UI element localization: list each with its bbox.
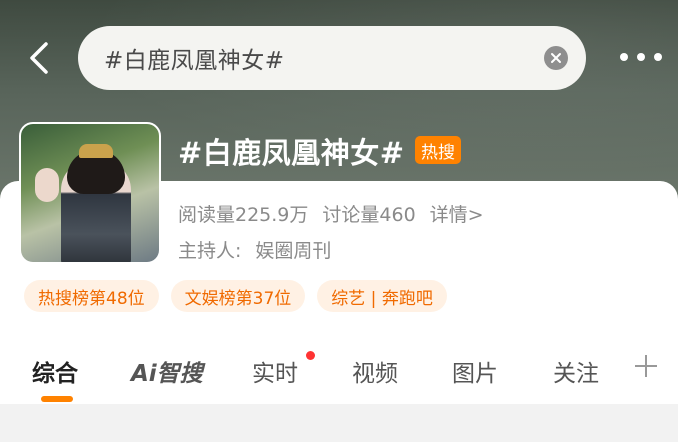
tab-images[interactable]: 图片	[452, 354, 498, 388]
add-tab-button[interactable]	[632, 352, 660, 380]
search-input-text[interactable]: #白鹿凤凰神女#	[104, 41, 285, 75]
tab-bar: 综合 Ai智搜 实时 视频 图片 关注	[0, 346, 678, 402]
read-count: 阅读量225.9万	[178, 204, 309, 226]
search-bar[interactable]: #白鹿凤凰神女#	[78, 26, 586, 90]
tag-hot-rank[interactable]: 热搜榜第48位	[24, 280, 159, 312]
discussion-count: 讨论量460	[322, 204, 416, 226]
close-icon	[551, 53, 561, 63]
hot-search-badge: 热搜	[415, 136, 461, 164]
clear-search-button[interactable]	[544, 46, 568, 70]
topic-stats: 阅读量225.9万 讨论量460 详情>	[178, 200, 484, 227]
tab-ai-search[interactable]: Ai智搜	[131, 354, 203, 388]
tag-variety-show[interactable]: 综艺 | 奔跑吧	[317, 280, 447, 312]
active-tab-indicator	[41, 396, 73, 402]
host-label: 主持人:	[178, 240, 242, 262]
host-name[interactable]: 娱圈周刊	[255, 236, 331, 263]
back-button[interactable]	[22, 38, 56, 78]
more-dots-icon	[620, 53, 628, 61]
topic-thumbnail[interactable]	[19, 122, 161, 264]
plus-icon	[635, 355, 657, 377]
notification-dot	[306, 351, 315, 360]
topic-title: #白鹿凤凰神女#	[178, 136, 405, 170]
tab-video[interactable]: 视频	[352, 354, 398, 388]
more-options-button[interactable]	[620, 50, 662, 64]
details-link[interactable]: 详情>	[430, 200, 484, 227]
tab-following[interactable]: 关注	[553, 354, 599, 388]
chevron-left-icon	[30, 42, 48, 74]
tab-comprehensive[interactable]: 综合	[32, 354, 78, 388]
tag-entertainment-rank[interactable]: 文娱榜第37位	[170, 280, 306, 312]
content-divider	[0, 404, 678, 442]
topic-host: 主持人: 娱圈周刊	[178, 236, 331, 263]
topic-tags: 热搜榜第48位 文娱榜第37位 综艺 | 奔跑吧	[24, 280, 447, 312]
tab-realtime[interactable]: 实时	[252, 354, 298, 388]
